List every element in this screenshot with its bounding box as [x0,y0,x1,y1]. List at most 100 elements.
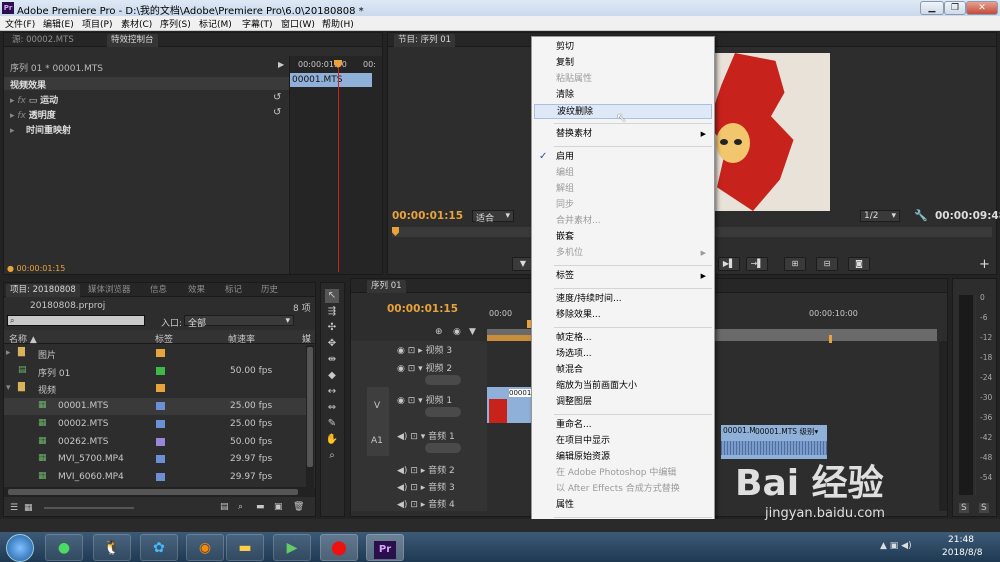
taskbar-media-player-icon[interactable]: ✿ [140,534,178,561]
speaker-icon[interactable]: ◀) [397,466,407,476]
hand-tool-icon[interactable]: ✋ [325,433,339,447]
menu-edit[interactable]: 编辑(E) [43,17,74,30]
close-button[interactable]: ✕ [966,1,998,15]
in-select[interactable]: 全部 ▾ [184,315,294,329]
lift-button[interactable]: ⊞ [784,257,806,271]
eye-icon[interactable]: ◉ [397,346,405,356]
new-item-icon[interactable]: ▣ [274,502,283,512]
lock-icon[interactable]: ⊡ [410,466,418,476]
step-forward-button[interactable]: →▌ [746,257,768,271]
menu-window[interactable]: 窗口(W) [281,17,315,30]
context-menu-item[interactable]: ✓ 启用 [534,150,712,165]
ripple-edit-tool-icon[interactable]: ✣ [325,321,339,335]
lock-icon[interactable]: ⊡ [408,346,416,356]
razor-tool-icon[interactable]: ◆ [325,369,339,383]
find-icon[interactable]: ⌕ [238,502,243,512]
playhead-icon[interactable] [392,227,399,236]
play-button[interactable]: ▶▌ [718,257,740,271]
context-menu-item[interactable]: 标签 ▶ [534,269,712,284]
add-button-icon[interactable]: + [979,257,990,272]
tab-history[interactable]: 历史 [257,284,282,297]
expand-icon[interactable]: ▾ [6,383,11,393]
context-menu-item[interactable]: 帧混合 [534,363,712,378]
tab-effects[interactable]: 效果 [184,284,209,297]
audio-clip[interactable]: 00001.M 00001.MTS 级别▾ [721,425,827,459]
tab-info[interactable]: 信息 [146,284,171,297]
rate-stretch-tool-icon[interactable]: ⇹ [325,353,339,367]
tab-media-browser[interactable]: 媒体浏览器 [84,284,135,297]
project-item[interactable]: ▦ 00262.MTS 50.00 fps [4,434,306,451]
restore-button[interactable]: ❐ [944,1,966,15]
column-label[interactable]: 标签 [155,332,173,345]
taskbar-qq-icon[interactable]: 🐧 [93,534,131,561]
lock-icon[interactable]: ⊡ [408,396,416,406]
column-name[interactable]: 名称 ▲ [9,332,37,345]
taskbar-premiere-icon[interactable]: Pr [366,534,404,561]
context-menu-item[interactable]: 重命名... [534,418,712,433]
tab-project[interactable]: 项目: 20180808 [6,284,80,297]
context-menu-item[interactable]: 嵌套 [534,230,712,245]
lock-icon[interactable]: ⊡ [410,500,418,510]
context-menu-item[interactable]: 帧定格... [534,331,712,346]
menu-help[interactable]: 帮助(H) [322,17,354,30]
taskbar-firefox-icon[interactable]: ◉ [186,534,224,561]
delete-icon[interactable]: 🗑 [293,502,304,512]
track-header[interactable]: ◉ ⊡ ▸ 视频 3 [397,343,452,356]
taskbar-360-browser-icon[interactable]: ● [45,534,83,561]
taskbar-recorder-icon[interactable]: ⬤ [320,534,358,561]
context-menu-item[interactable]: 属性 [534,498,712,513]
list-view-icon[interactable]: ☰ [10,503,18,513]
zoom-select[interactable]: 1/2 ▾ [860,210,900,222]
marker-icon[interactable]: ◉ [453,327,461,337]
track-header[interactable]: ◀) ⊡ ▸ 音频 2 [397,463,455,476]
tab-source[interactable]: 源: 00002.MTS [8,34,78,47]
export-frame-button[interactable]: ◙ [848,257,870,271]
start-button[interactable] [6,534,34,562]
solo-button[interactable]: S [979,503,989,513]
tab-effect-controls[interactable]: 特效控制台 [107,34,158,47]
solo-button[interactable]: S [959,503,969,513]
automate-icon[interactable]: ▤ [220,502,229,512]
eye-icon[interactable]: ◉ [397,364,405,374]
reset-icon[interactable]: ↺ [273,107,281,118]
context-menu-item[interactable]: 复制 [534,56,712,71]
lock-icon[interactable]: ⊡ [410,432,418,442]
extract-button[interactable]: ⊟ [816,257,838,271]
taskbar-video-editor-icon[interactable]: ▶ [273,534,311,561]
work-area-end-icon[interactable] [829,335,832,343]
speaker-icon[interactable]: ◀) [397,483,407,493]
fit-select[interactable]: 适合 ▾ [472,210,514,224]
project-item[interactable]: ▦ MVI_6060.MP4 29.97 fps [4,469,306,486]
slide-tool-icon[interactable]: ⇔ [325,401,339,415]
minimize-button[interactable]: ▁ [920,1,944,15]
track-select-tool-icon[interactable]: ⇶ [325,305,339,319]
project-item[interactable]: ▦ MVI_5700.MP4 29.97 fps [4,451,306,468]
project-item[interactable]: ▦ 00002.MTS 25.00 fps [4,416,306,433]
project-item[interactable]: ▾ ▇ 视频 [4,380,306,397]
effect-row[interactable]: ▸ 时间重映射 [10,123,71,136]
context-menu-item[interactable]: 移除效果... [534,308,712,323]
program-timecode[interactable]: 00:00:01:15 [392,210,463,222]
pen-tool-icon[interactable]: ✎ [325,417,339,431]
slip-tool-icon[interactable]: ↔ [325,385,339,399]
play-only-icon[interactable]: ▶ [278,60,284,69]
context-menu-item[interactable]: 调整图层 [534,395,712,410]
menu-title[interactable]: 字幕(T) [242,17,273,30]
zoom-tool-icon[interactable]: ⌕ [325,449,339,463]
effect-row[interactable]: ▸ fx 透明度 [10,108,56,121]
clip-bar[interactable]: 00001.MTS [290,73,372,87]
lock-icon[interactable]: ⊡ [410,483,418,493]
lock-icon[interactable]: ⊡ [408,364,416,374]
context-menu-item[interactable]: 清除 [534,88,712,103]
project-item[interactable]: ▦ 00001.MTS 25.00 fps [4,398,306,416]
reset-icon[interactable]: ↺ [273,92,281,103]
tab-program[interactable]: 节目: 序列 01 [394,34,456,47]
project-item[interactable]: ▤ 序列 01 50.00 fps [4,363,306,380]
column-media[interactable]: 媒 [302,332,311,345]
speaker-icon[interactable]: ◀) [397,500,407,510]
selection-tool-icon[interactable]: ↖ [325,289,339,303]
expand-icon[interactable]: ▸ [6,348,11,358]
taskbar-explorer-icon[interactable]: ▬ [226,534,264,561]
tray-icons[interactable]: ▲ ▣ ◀) [880,541,912,551]
context-menu-item[interactable]: 替换素材 ▶ [534,127,712,142]
